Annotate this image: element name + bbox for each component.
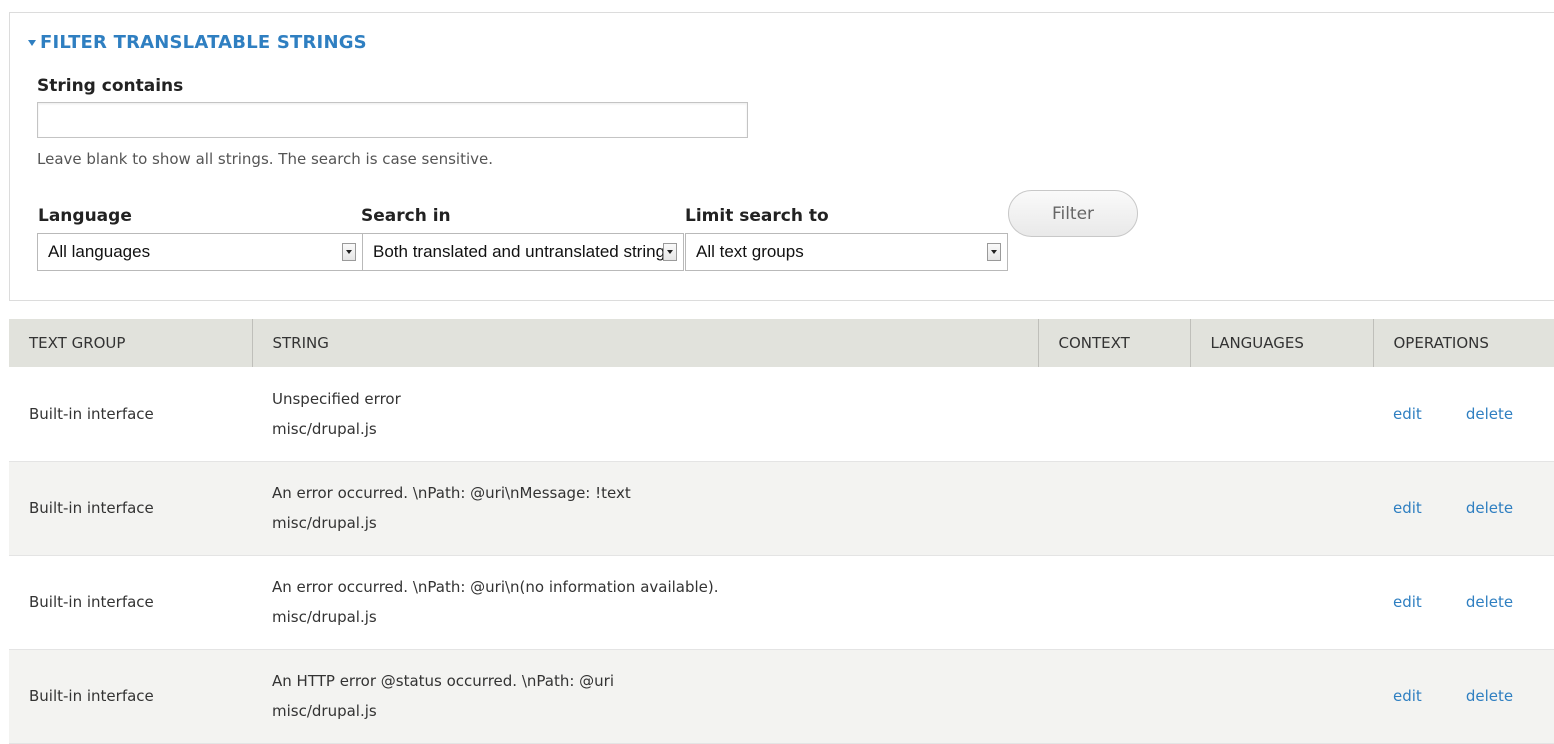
table-header-row: TEXT GROUP STRING CONTEXT LANGUAGES OPER… [9, 319, 1554, 367]
search-in-label: Search in [361, 206, 451, 226]
edit-link[interactable]: edit [1393, 593, 1422, 611]
dropdown-arrow-icon [342, 243, 356, 261]
limit-search-label: Limit search to [685, 206, 829, 226]
string-contains-label: String contains [37, 76, 184, 96]
text-group-cell: Built-in interface [9, 555, 252, 650]
string-contains-input[interactable] [37, 102, 748, 138]
languages-cell [1190, 461, 1373, 556]
delete-link[interactable]: delete [1466, 593, 1513, 611]
language-select-value: All languages [48, 242, 151, 261]
strings-table: TEXT GROUP STRING CONTEXT LANGUAGES OPER… [9, 319, 1554, 744]
delete-link[interactable]: delete [1466, 405, 1513, 423]
operations-cell: edit delete [1373, 555, 1554, 650]
search-in-select-value: Both translated and untranslated strings [373, 242, 663, 261]
limit-search-select-value: All text groups [696, 242, 804, 261]
operations-cell: edit delete [1373, 461, 1554, 556]
source-location: misc/drupal.js [272, 419, 377, 438]
search-in-select[interactable]: Both translated and untranslated strings [362, 233, 684, 271]
column-header-context: CONTEXT [1037, 319, 1190, 367]
filter-legend-toggle[interactable]: FILTER TRANSLATABLE STRINGS [28, 30, 367, 54]
text-group-cell: Built-in interface [9, 461, 252, 556]
source-string: An HTTP error @status occurred. \nPath: … [272, 672, 615, 690]
column-header-operations: OPERATIONS [1372, 319, 1554, 367]
string-contains-help: Leave blank to show all strings. The sea… [37, 150, 494, 168]
source-string: Unspecified error [272, 389, 401, 408]
text-group-cell: Built-in interface [9, 649, 252, 744]
languages-cell [1190, 555, 1373, 650]
operations-cell: edit delete [1373, 649, 1554, 744]
delete-link[interactable]: delete [1466, 499, 1513, 517]
language-label: Language [38, 206, 132, 226]
dropdown-arrow-icon [663, 243, 677, 261]
languages-cell [1190, 649, 1373, 744]
table-row: Built-in interface Unspecified error mis… [9, 367, 1554, 462]
table-row: Built-in interface An error occurred. \n… [9, 555, 1554, 650]
context-cell [1038, 461, 1190, 556]
table-row: Built-in interface An error occurred. \n… [9, 461, 1554, 556]
column-header-string[interactable]: STRING [251, 319, 1038, 367]
string-cell: An HTTP error @status occurred. \nPath: … [252, 649, 1038, 744]
edit-link[interactable]: edit [1393, 687, 1422, 705]
string-cell: An error occurred. \nPath: @uri\nMessage… [252, 461, 1038, 556]
source-location: misc/drupal.js [272, 702, 377, 720]
filter-button[interactable]: Filter [1008, 190, 1138, 237]
filter-legend-label: FILTER TRANSLATABLE STRINGS [40, 31, 367, 53]
column-header-languages: LANGUAGES [1189, 319, 1373, 367]
edit-link[interactable]: edit [1393, 405, 1422, 423]
edit-link[interactable]: edit [1393, 499, 1422, 517]
string-cell: Unspecified error misc/drupal.js [252, 367, 1038, 462]
context-cell [1038, 367, 1190, 462]
context-cell [1038, 649, 1190, 744]
delete-link[interactable]: delete [1466, 687, 1513, 705]
column-header-text-group[interactable]: TEXT GROUP [9, 319, 252, 367]
languages-cell [1190, 367, 1373, 462]
text-group-cell: Built-in interface [9, 367, 252, 462]
source-location: misc/drupal.js [272, 514, 377, 532]
operations-cell: edit delete [1373, 367, 1554, 462]
source-location: misc/drupal.js [272, 608, 377, 626]
dropdown-arrow-icon [987, 243, 1001, 261]
table-row: Built-in interface An HTTP error @status… [9, 649, 1554, 744]
source-string: An error occurred. \nPath: @uri\n(no inf… [272, 578, 719, 596]
source-string: An error occurred. \nPath: @uri\nMessage… [272, 484, 631, 502]
limit-search-select[interactable]: All text groups [685, 233, 1008, 271]
collapse-triangle-icon [28, 39, 36, 46]
context-cell [1038, 555, 1190, 650]
language-select[interactable]: All languages [37, 233, 363, 271]
string-cell: An error occurred. \nPath: @uri\n(no inf… [252, 555, 1038, 650]
